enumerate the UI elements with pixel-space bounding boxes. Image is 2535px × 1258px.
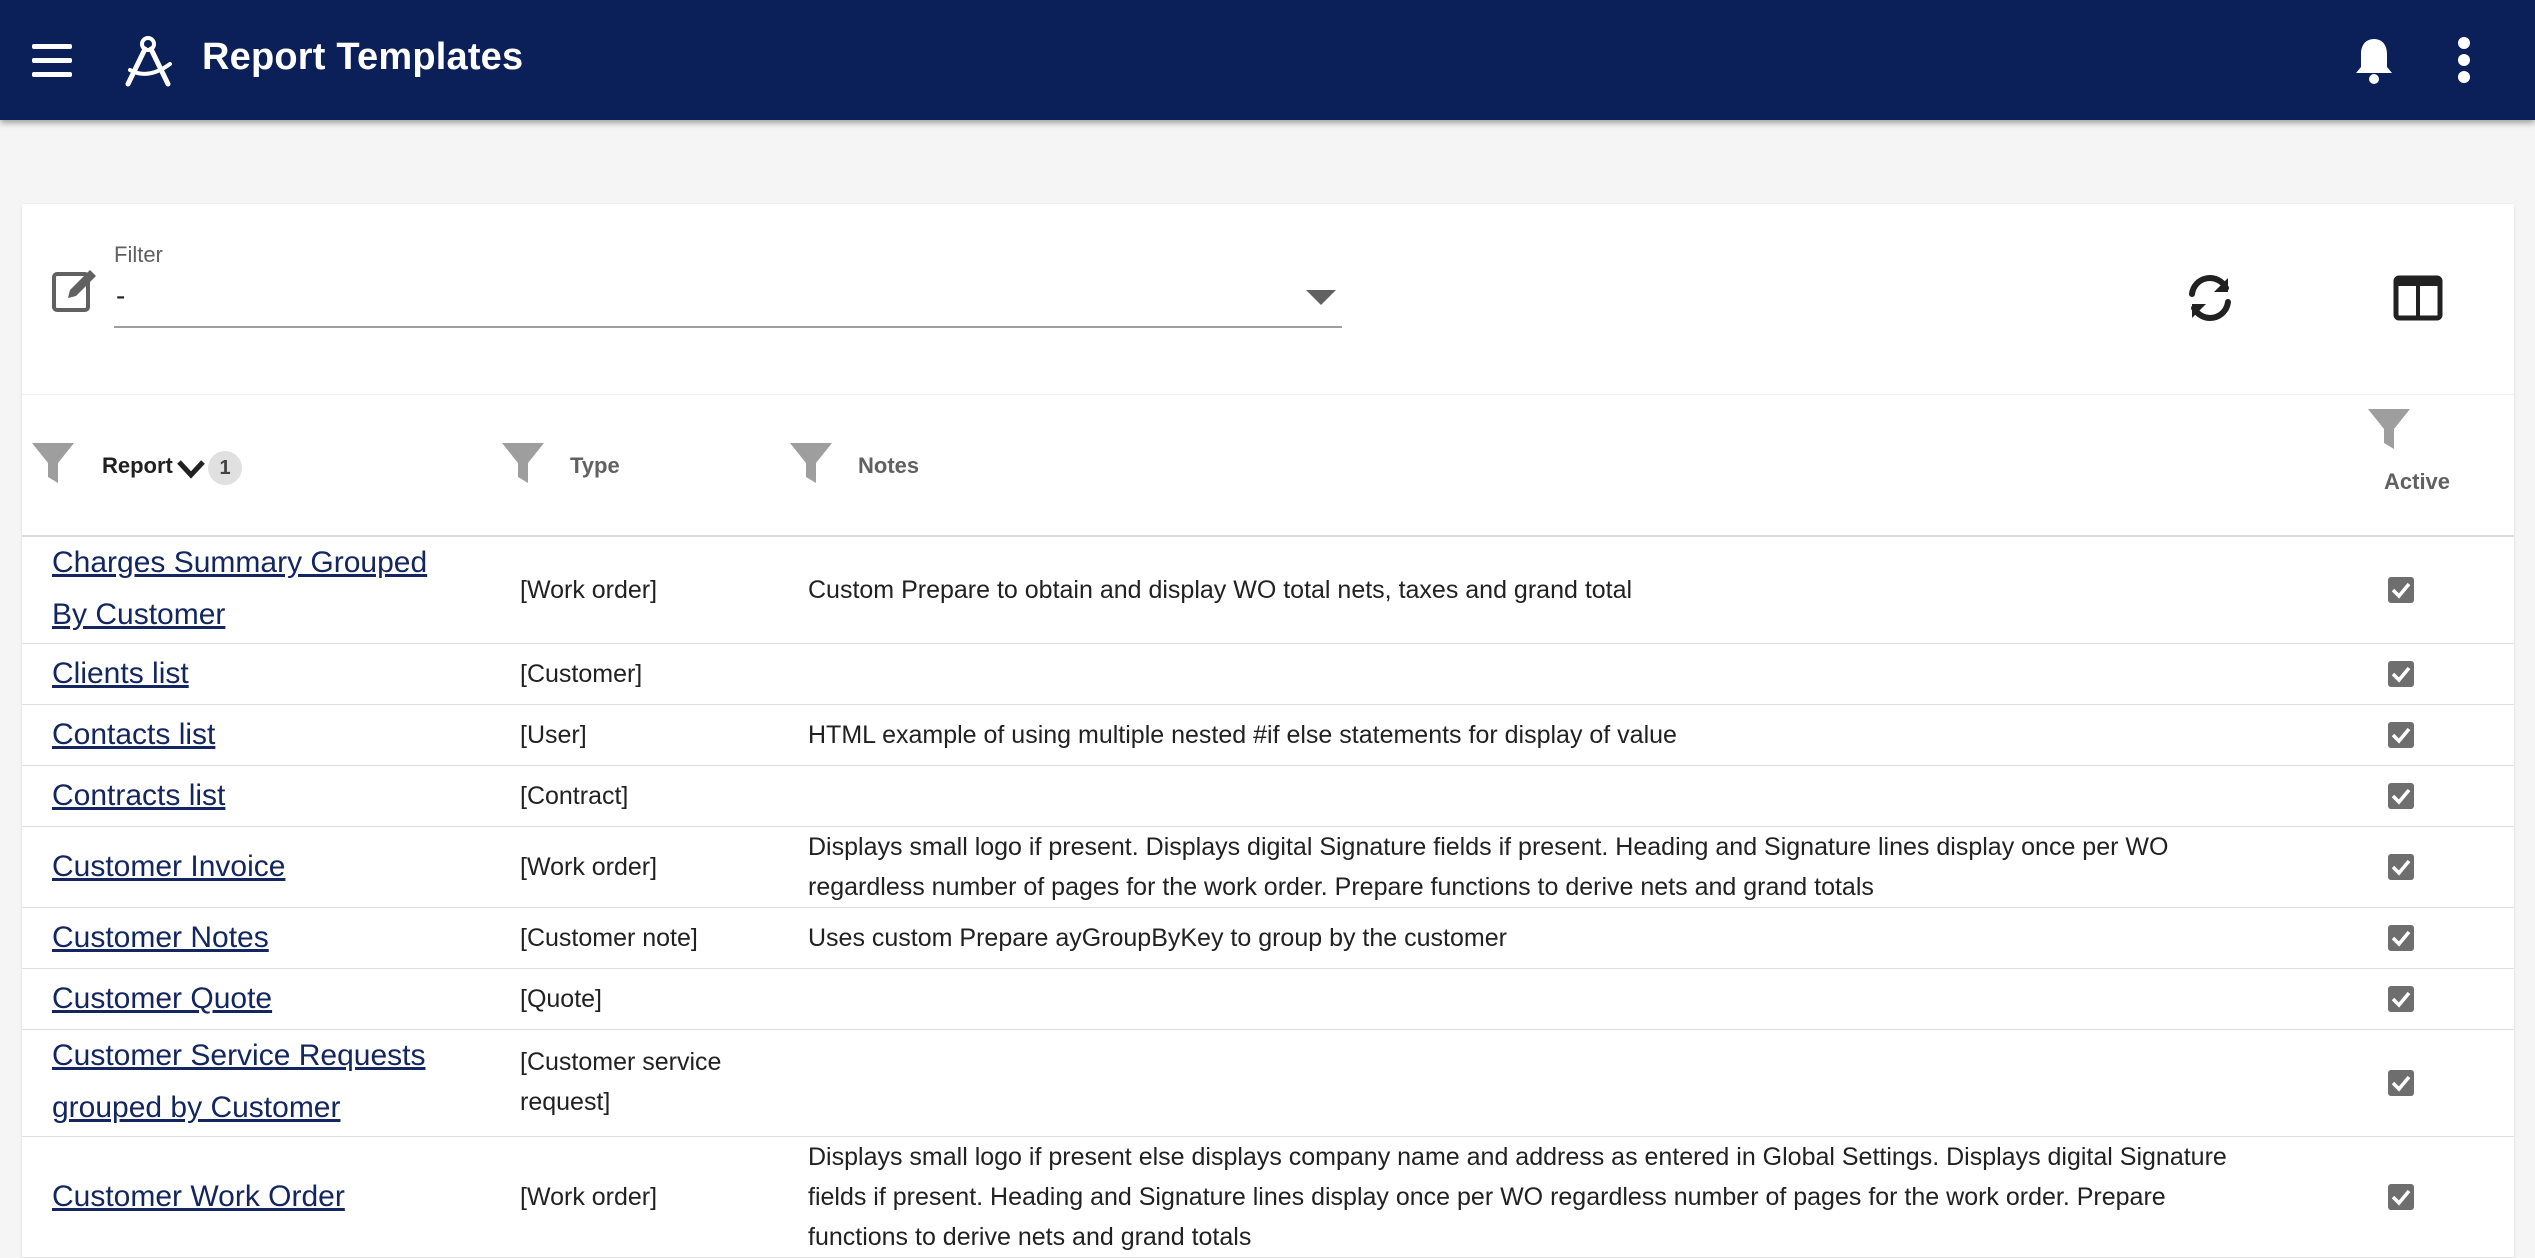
report-link[interactable]: grouped by Customer	[52, 1091, 341, 1124]
check-icon	[2391, 666, 2411, 683]
type-line: [Customer service	[520, 1048, 722, 1076]
notes-line: Displays small logo if present else disp…	[808, 1143, 2227, 1171]
filter-funnel-icon[interactable]	[788, 439, 834, 485]
report-link[interactable]: Charges Summary Grouped	[52, 546, 427, 579]
page-title: Report Templates	[202, 36, 524, 78]
notes-cell: Displays small logo if present. Displays…	[808, 827, 2338, 907]
table-row: Customer Work Order [Work order] Display…	[22, 1137, 2514, 1258]
filter-funnel-icon[interactable]	[30, 439, 76, 485]
report-link[interactable]: By Customer	[52, 598, 225, 631]
active-checkbox[interactable]	[2388, 1070, 2414, 1096]
notes-cell: Custom Prepare to obtain and display WO …	[808, 576, 1633, 604]
active-checkbox[interactable]	[2388, 783, 2414, 809]
filter-funnel-icon[interactable]	[500, 439, 546, 485]
report-templates-card: Filter - Report 1 Type Notes Active Char…	[22, 204, 2514, 1258]
notes-cell: Uses custom Prepare ayGroupByKey to grou…	[808, 924, 1507, 952]
type-cell: [Work order]	[520, 853, 658, 881]
menu-icon	[32, 44, 72, 77]
notes-line: fields if present. Heading and Signature…	[808, 1183, 2166, 1211]
table-row: Contacts list [User] HTML example of usi…	[22, 705, 2514, 766]
table-row: Contracts list [Contract]	[22, 766, 2514, 827]
report-link[interactable]: Clients list	[52, 657, 189, 690]
notifications-button[interactable]	[2344, 30, 2404, 90]
type-cell: [Contract]	[520, 782, 629, 810]
type-cell: [Quote]	[520, 985, 602, 1013]
chevron-down-icon[interactable]	[176, 457, 206, 481]
active-checkbox[interactable]	[2388, 1184, 2414, 1210]
type-cell: [Customer]	[520, 660, 643, 688]
active-checkbox[interactable]	[2388, 722, 2414, 748]
active-checkbox[interactable]	[2388, 577, 2414, 603]
type-cell: [Work order]	[520, 1183, 658, 1211]
report-link[interactable]: Customer Work Order	[52, 1180, 345, 1213]
more-vert-icon	[2458, 37, 2470, 83]
check-icon	[2391, 1189, 2411, 1206]
check-icon	[2391, 727, 2411, 744]
refresh-icon	[2189, 275, 2231, 321]
view-columns-icon	[2393, 275, 2443, 321]
filter-value: -	[116, 280, 126, 311]
column-header-active[interactable]: Active	[2384, 469, 2450, 495]
notes-cell: HTML example of using multiple nested #i…	[808, 721, 1677, 749]
table-row: Customer Service Requests grouped by Cus…	[22, 1030, 2514, 1137]
edit-note-icon	[50, 266, 100, 316]
type-cell: [Customer note]	[520, 924, 698, 952]
compass-logo-icon	[118, 30, 180, 92]
notes-line: Displays small logo if present. Displays…	[808, 833, 2169, 861]
active-checkbox[interactable]	[2388, 854, 2414, 880]
sort-order-badge: 1	[208, 451, 242, 485]
app-bar: Report Templates	[0, 0, 2535, 120]
type-cell: [Work order]	[520, 576, 658, 604]
chevron-down-icon	[1306, 290, 1336, 305]
notes-line: regardless number of pages for the work …	[808, 873, 1874, 901]
active-checkbox[interactable]	[2388, 986, 2414, 1012]
type-line: request]	[520, 1088, 611, 1116]
bell-icon	[2356, 39, 2392, 84]
report-link[interactable]: Customer Notes	[52, 921, 269, 954]
active-checkbox[interactable]	[2388, 661, 2414, 687]
filter-funnel-icon[interactable]	[2366, 405, 2412, 451]
column-header-type[interactable]: Type	[570, 453, 620, 479]
more-options-button[interactable]	[2434, 30, 2494, 90]
table-header: Report 1 Type Notes Active	[22, 394, 2514, 537]
view-columns-button[interactable]	[2392, 272, 2444, 324]
filter-select[interactable]: -	[114, 268, 1342, 328]
notes-cell: Displays small logo if present else disp…	[808, 1137, 2338, 1257]
notes-line: functions to derive nets and grand total…	[808, 1223, 1252, 1251]
check-icon	[2391, 930, 2411, 947]
type-cell: [User]	[520, 721, 587, 749]
report-link[interactable]: Contracts list	[52, 779, 225, 812]
table-row: Clients list [Customer]	[22, 644, 2514, 705]
report-link[interactable]: Contacts list	[52, 718, 215, 751]
check-icon	[2391, 859, 2411, 876]
table-row: Customer Quote [Quote]	[22, 969, 2514, 1030]
check-icon	[2391, 788, 2411, 805]
check-icon	[2391, 991, 2411, 1008]
check-icon	[2391, 582, 2411, 599]
active-checkbox[interactable]	[2388, 925, 2414, 951]
report-table: Report 1 Type Notes Active Charges Summa…	[22, 394, 2514, 1258]
check-icon	[2391, 1075, 2411, 1092]
column-header-report[interactable]: Report	[102, 453, 173, 479]
report-link[interactable]: Customer Quote	[52, 982, 272, 1015]
table-row: Customer Invoice [Work order] Displays s…	[22, 827, 2514, 908]
column-header-notes[interactable]: Notes	[858, 453, 919, 479]
type-cell: [Customer service request]	[520, 1042, 780, 1122]
filter-label: Filter	[114, 242, 163, 267]
report-link[interactable]: Customer Invoice	[52, 850, 285, 883]
table-row: Charges Summary Grouped By Customer [Wor…	[22, 537, 2514, 644]
report-link[interactable]: Customer Service Requests	[52, 1039, 425, 1072]
table-row: Customer Notes [Customer note] Uses cust…	[22, 908, 2514, 969]
refresh-button[interactable]	[2182, 270, 2238, 326]
menu-button[interactable]	[22, 30, 82, 90]
